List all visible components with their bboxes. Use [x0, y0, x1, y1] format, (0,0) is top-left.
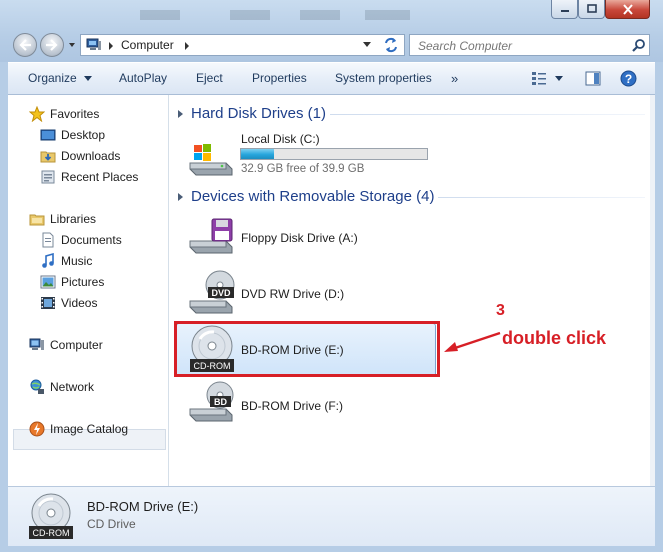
dvd-drive-icon[interactable]: DVD — [186, 269, 236, 317]
background-window-ghost — [140, 10, 410, 20]
recent-places-icon — [41, 170, 55, 184]
recent-pages-dropdown-icon[interactable] — [68, 40, 76, 50]
preview-pane-icon[interactable] — [585, 71, 601, 86]
computer-icon — [86, 38, 101, 50]
close-icon — [622, 3, 633, 15]
libraries-icon — [29, 214, 45, 226]
nav-music[interactable]: Music — [40, 251, 92, 271]
nav-recent-places[interactable]: Recent Places — [40, 167, 138, 187]
search-input[interactable] — [416, 37, 630, 55]
view-options-icon[interactable] — [531, 71, 547, 86]
search-icon[interactable] — [632, 38, 646, 52]
pictures-icon — [40, 275, 56, 289]
window-frame-right — [655, 62, 663, 552]
group-divider — [438, 197, 645, 198]
close-button[interactable] — [605, 0, 650, 19]
nav-videos[interactable]: Videos — [40, 293, 97, 313]
annotation-step-number: 3 — [496, 302, 505, 319]
maximize-icon — [586, 4, 597, 13]
image-catalog-icon — [29, 421, 45, 437]
organize-button[interactable]: Organize — [28, 63, 93, 94]
group-header-hard-disk-drives[interactable]: Hard Disk Drives (1) — [191, 103, 326, 125]
window-frame-left — [0, 62, 8, 552]
drive-free-space: 32.9 GB free of 39.9 GB — [241, 163, 365, 175]
nav-network[interactable]: Network — [29, 377, 94, 397]
maximize-button[interactable] — [578, 0, 605, 19]
cd-rom-drive-icon: CD-ROM — [29, 493, 73, 539]
nav-computer[interactable]: Computer — [29, 335, 103, 355]
group-collapse-icon[interactable] — [178, 193, 183, 201]
svg-text:?: ? — [625, 72, 632, 86]
floppy-drive-icon[interactable] — [186, 215, 236, 257]
hard-disk-windows-icon[interactable] — [186, 139, 234, 179]
group-header-removable-storage[interactable]: Devices with Removable Storage (4) — [191, 186, 434, 208]
nav-pictures[interactable]: Pictures — [40, 272, 104, 292]
bd-rom-drive-icon[interactable]: BD — [186, 381, 236, 425]
details-pane: CD-ROM BD-ROM Drive (E:) CD Drive — [8, 486, 655, 546]
details-item-name: BD-ROM Drive (E:) — [87, 499, 199, 514]
computer-icon — [29, 338, 44, 350]
window-frame-bottom — [0, 546, 663, 552]
autoplay-button[interactable]: AutoPlay — [119, 63, 167, 94]
view-dropdown-icon[interactable] — [555, 76, 563, 82]
breadcrumb-separator-icon[interactable] — [108, 42, 114, 50]
navigation-pane: Favorites Desktop Downloads Recent Place… — [8, 95, 169, 486]
group-collapse-icon[interactable] — [178, 110, 183, 118]
videos-film-icon — [41, 297, 55, 309]
minimize-button[interactable] — [551, 0, 578, 19]
drive-name-floppy[interactable]: Floppy Disk Drive (A:) — [241, 231, 358, 245]
group-divider — [330, 114, 645, 115]
minimize-icon — [560, 10, 569, 12]
details-item-type: CD Drive — [87, 517, 136, 531]
command-bar: Organize AutoPlay Eject Properties Syste… — [8, 63, 655, 95]
drive-name-dvd[interactable]: DVD RW Drive (D:) — [241, 287, 344, 301]
breadcrumb-computer[interactable]: Computer — [121, 38, 174, 52]
chevron-down-icon — [84, 76, 93, 81]
more-commands-button[interactable]: » — [451, 63, 458, 94]
search-box[interactable] — [409, 34, 650, 56]
annotation-highlight-box — [174, 321, 440, 377]
address-dropdown-icon[interactable] — [363, 42, 371, 48]
music-note-icon — [42, 253, 54, 268]
annotation-arrow — [444, 331, 501, 352]
nav-image-catalog[interactable]: Image Catalog — [29, 419, 128, 439]
back-button[interactable] — [13, 33, 37, 57]
drive-name-local-disk[interactable]: Local Disk (C:) — [241, 132, 320, 146]
refresh-icon[interactable] — [383, 37, 399, 53]
breadcrumb-separator-icon[interactable] — [184, 42, 190, 50]
desktop-icon — [40, 129, 56, 141]
dvd-badge-text: DVD — [211, 288, 231, 298]
nav-documents[interactable]: Documents — [40, 230, 122, 250]
arrow-left-icon — [19, 39, 31, 51]
properties-button[interactable]: Properties — [252, 63, 307, 94]
eject-button[interactable]: Eject — [196, 63, 223, 94]
address-bar[interactable]: Computer — [80, 34, 405, 56]
details-badge-text: CD-ROM — [33, 528, 70, 538]
scrollbar-track[interactable] — [650, 95, 655, 486]
nav-desktop[interactable]: Desktop — [40, 125, 105, 145]
nav-favorites[interactable]: Favorites — [29, 104, 99, 124]
drive-name-bd-rom-f[interactable]: BD-ROM Drive (F:) — [241, 399, 343, 413]
bd-badge-text: BD — [214, 397, 227, 407]
help-icon[interactable]: ? — [620, 70, 637, 87]
arrow-right-icon — [46, 39, 58, 51]
content-pane: Hard Disk Drives (1) Local Disk (C:) 32.… — [170, 95, 655, 486]
disk-usage-bar — [240, 148, 428, 160]
nav-downloads[interactable]: Downloads — [40, 146, 120, 166]
annotation-instruction: double click — [502, 328, 607, 348]
documents-icon — [42, 232, 54, 248]
star-icon — [29, 106, 45, 122]
system-properties-button[interactable]: System properties — [335, 63, 432, 94]
network-globe-icon — [30, 379, 44, 394]
downloads-folder-icon — [40, 151, 56, 163]
nav-libraries[interactable]: Libraries — [29, 209, 96, 229]
forward-button[interactable] — [40, 33, 64, 57]
disk-usage-fill — [241, 149, 274, 159]
